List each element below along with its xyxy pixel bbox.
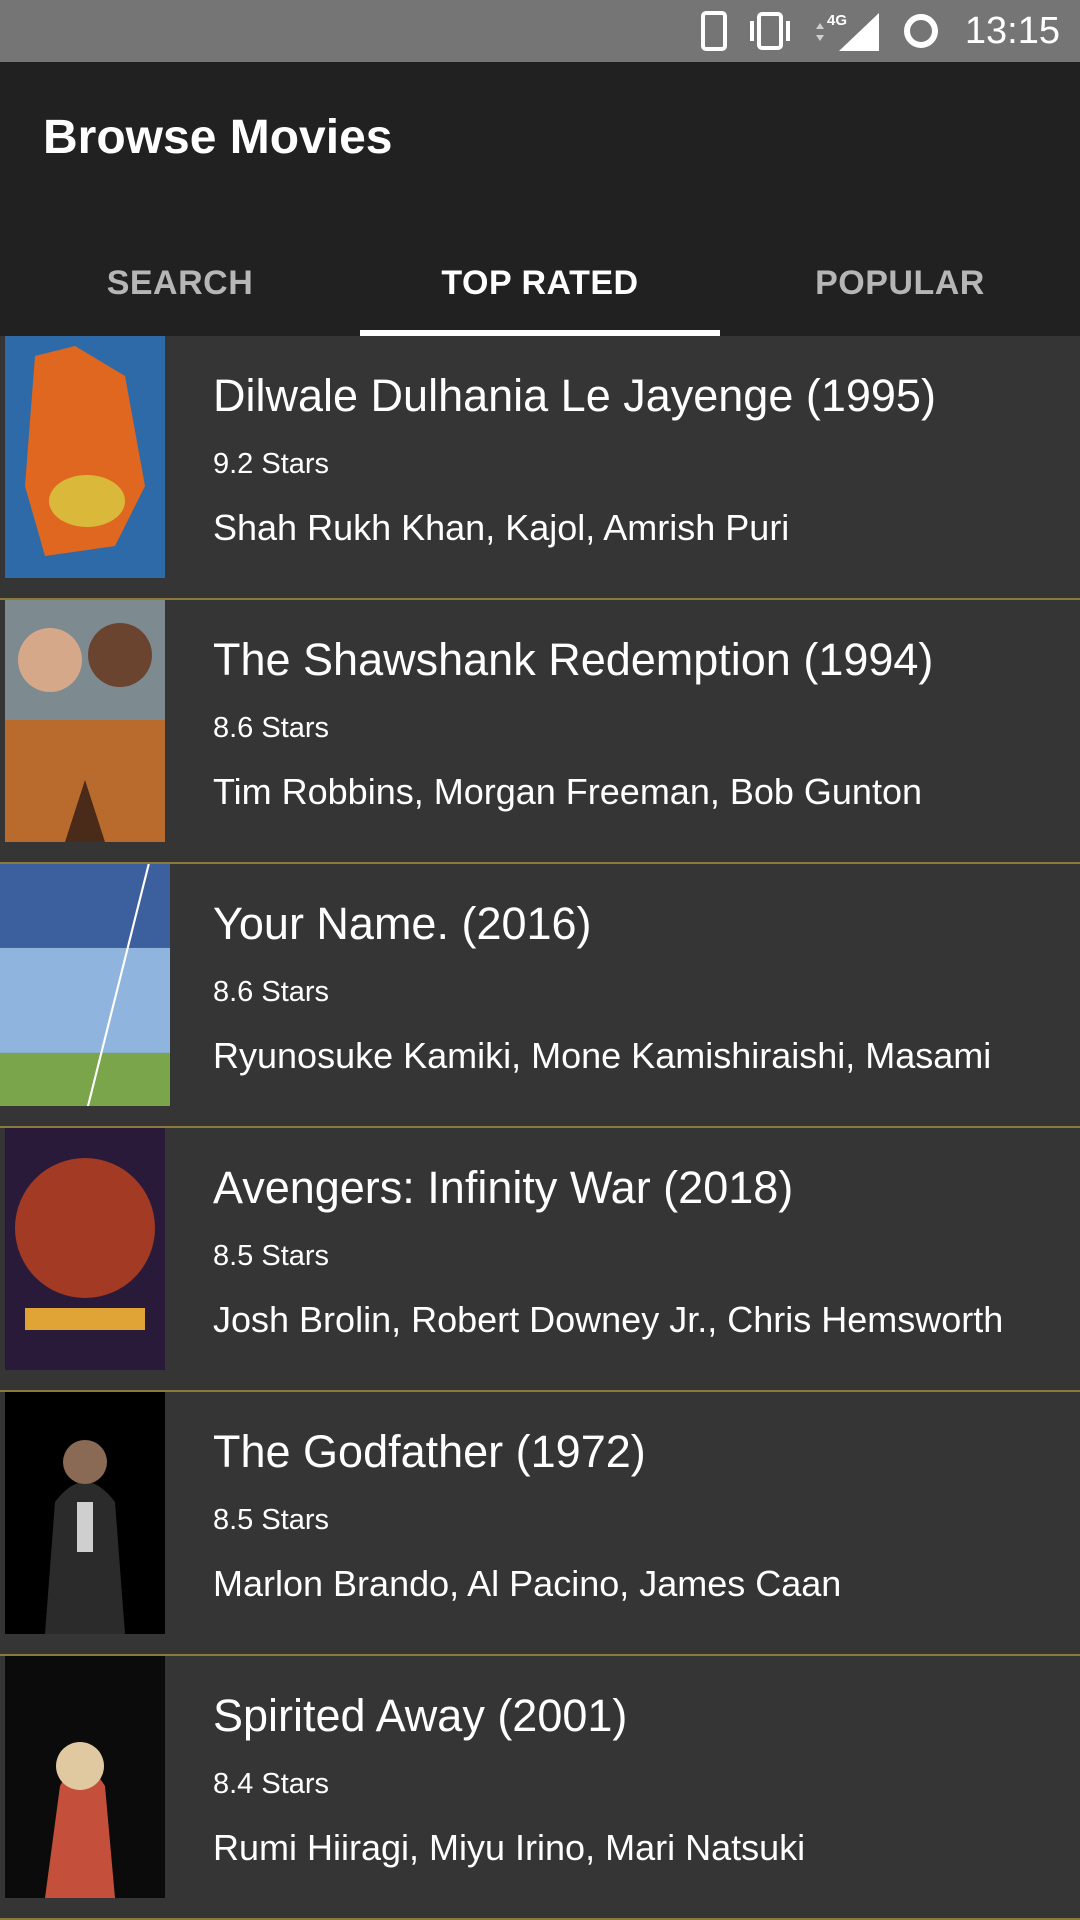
movie-poster <box>5 1656 165 1898</box>
movie-rating: 8.6 Stars <box>213 712 330 744</box>
movie-title: Dilwale Dulhania Le Jayenge (1995) <box>213 370 936 421</box>
movie-rating: 8.5 Stars <box>213 1504 330 1536</box>
tab-bar: SEARCH TOP RATED POPULAR <box>0 230 1080 336</box>
list-item[interactable]: Dilwale Dulhania Le Jayenge (1995) 9.2 S… <box>0 336 1080 600</box>
movie-rating: 8.5 Stars <box>213 1240 330 1272</box>
list-item[interactable]: Avengers: Infinity War (2018) 8.5 Stars … <box>0 1128 1080 1392</box>
movie-poster <box>5 600 165 842</box>
movie-cast: Shah Rukh Khan, Kajol, Amrish Puri <box>213 507 790 548</box>
movie-cast: Josh Brolin, Robert Downey Jr., Chris He… <box>213 1299 1004 1340</box>
list-item[interactable]: Spirited Away (2001) 8.4 Stars Rumi Hiir… <box>0 1656 1080 1920</box>
status-icons: 4G 13:15 <box>700 0 1060 62</box>
tab-popular[interactable]: POPULAR <box>720 230 1080 336</box>
tab-search[interactable]: SEARCH <box>0 230 360 336</box>
phone-icon <box>700 11 727 51</box>
tab-top-rated[interactable]: TOP RATED <box>360 230 720 336</box>
movie-cast: Rumi Hiiragi, Miyu Irino, Mari Natsuki <box>213 1827 806 1868</box>
signal-4g-icon: 4G <box>815 12 879 51</box>
movie-poster <box>5 1128 165 1370</box>
poster-ground <box>0 1052 170 1106</box>
app-bar: Browse Movies SEARCH TOP RATED POPULAR <box>0 62 1080 336</box>
movie-cast: Marlon Brando, Al Pacino, James Caan <box>213 1563 842 1604</box>
movie-title: Spirited Away (2001) <box>213 1690 628 1741</box>
movie-list[interactable]: Dilwale Dulhania Le Jayenge (1995) 9.2 S… <box>0 336 1080 1920</box>
poster-face-right <box>88 623 152 687</box>
poster-face <box>63 1440 107 1484</box>
vibrate-icon <box>749 12 790 50</box>
movie-title: Your Name. (2016) <box>213 898 592 949</box>
poster-shirt <box>77 1502 93 1552</box>
poster-face-left <box>18 628 82 692</box>
movie-cast: Ryunosuke Kamiki, Mone Kamishiraishi, Ma… <box>213 1035 992 1084</box>
list-item[interactable]: The Shawshank Redemption (1994) 8.6 Star… <box>0 600 1080 864</box>
movie-poster <box>0 864 170 1106</box>
svg-text:4G: 4G <box>827 12 847 29</box>
list-item[interactable]: The Godfather (1972) 8.5 Stars Marlon Br… <box>0 1392 1080 1656</box>
poster-logo-band <box>25 1308 145 1330</box>
poster-sky <box>0 947 170 1053</box>
loading-ring-icon <box>903 14 938 48</box>
page-title: Browse Movies <box>43 111 393 164</box>
movie-poster <box>5 1392 165 1634</box>
poster-emblem <box>49 475 125 527</box>
movie-title: The Godfather (1972) <box>213 1426 646 1477</box>
movie-rating: 9.2 Stars <box>213 448 330 480</box>
movie-poster <box>5 336 165 578</box>
status-time: 13:15 <box>964 9 1060 52</box>
poster-glow <box>15 1158 155 1298</box>
movie-rating: 8.6 Stars <box>213 976 330 1008</box>
poster-face <box>56 1742 104 1790</box>
movie-title: The Shawshank Redemption (1994) <box>213 634 934 685</box>
movie-cast: Tim Robbins, Morgan Freeman, Bob Gunton <box>213 771 922 812</box>
list-item[interactable]: Your Name. (2016) 8.6 Stars Ryunosuke Ka… <box>0 864 1080 1128</box>
status-bar: 4G 13:15 <box>0 0 1080 62</box>
movie-rating: 8.4 Stars <box>213 1768 330 1800</box>
movie-title: Avengers: Infinity War (2018) <box>213 1162 794 1213</box>
